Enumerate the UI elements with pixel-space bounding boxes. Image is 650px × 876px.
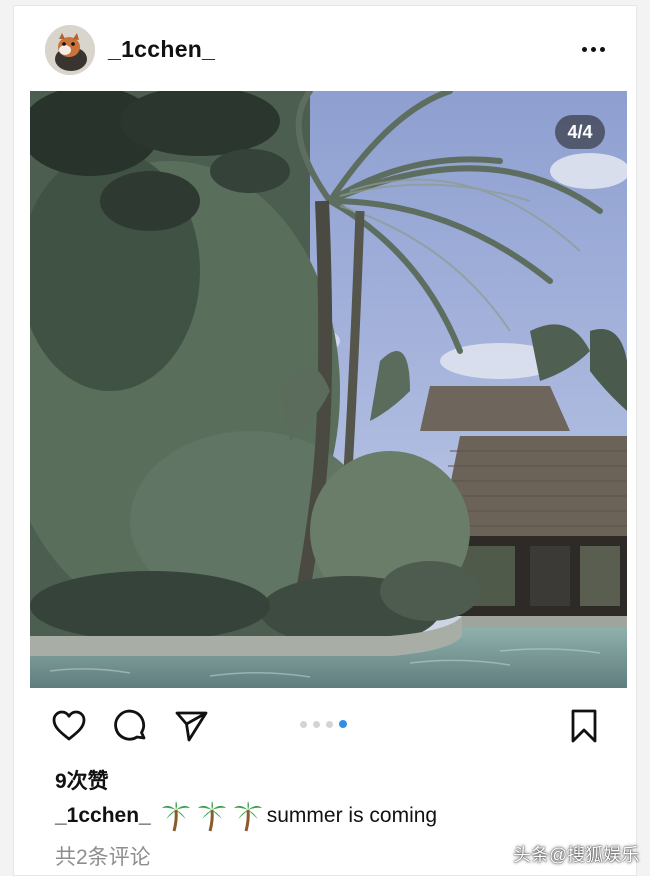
likes-count[interactable]: 9次赞	[55, 765, 109, 795]
share-button[interactable]	[172, 707, 212, 747]
heart-icon	[52, 710, 86, 741]
username[interactable]: _1cchen_	[108, 36, 215, 63]
watermark: 头条@搜狐娱乐	[513, 845, 640, 865]
comment-bubble-icon	[114, 709, 146, 741]
post-image[interactable]	[30, 91, 627, 688]
palm-emoji-group	[161, 800, 263, 832]
palm-tree-icon	[233, 801, 262, 832]
comment-button[interactable]	[112, 707, 152, 747]
avatar[interactable]	[45, 25, 95, 75]
caption: _1cchen_ summer is coming	[55, 800, 437, 832]
view-comments-link[interactable]: 共2条评论	[55, 841, 151, 871]
palm-tree-icon	[197, 801, 226, 832]
palm-tree-icon	[161, 801, 190, 832]
bookmark-icon	[571, 709, 597, 743]
avatar-image	[45, 25, 95, 75]
carousel-dot	[300, 720, 307, 728]
caption-username[interactable]: _1cchen_	[55, 804, 151, 828]
carousel-dot	[313, 720, 320, 728]
save-button[interactable]	[565, 707, 605, 747]
resort-pool-palm-trees-image	[30, 91, 627, 688]
image-counter-badge: 4/4	[555, 115, 605, 149]
like-button[interactable]	[50, 707, 90, 747]
carousel-dot	[326, 720, 333, 728]
carousel-dot-active	[339, 720, 347, 728]
more-horizontal-icon	[581, 46, 587, 52]
send-icon	[175, 711, 208, 742]
caption-text: summer is coming	[266, 804, 438, 827]
more-options-button[interactable]	[576, 36, 610, 62]
carousel-indicator	[300, 719, 347, 729]
